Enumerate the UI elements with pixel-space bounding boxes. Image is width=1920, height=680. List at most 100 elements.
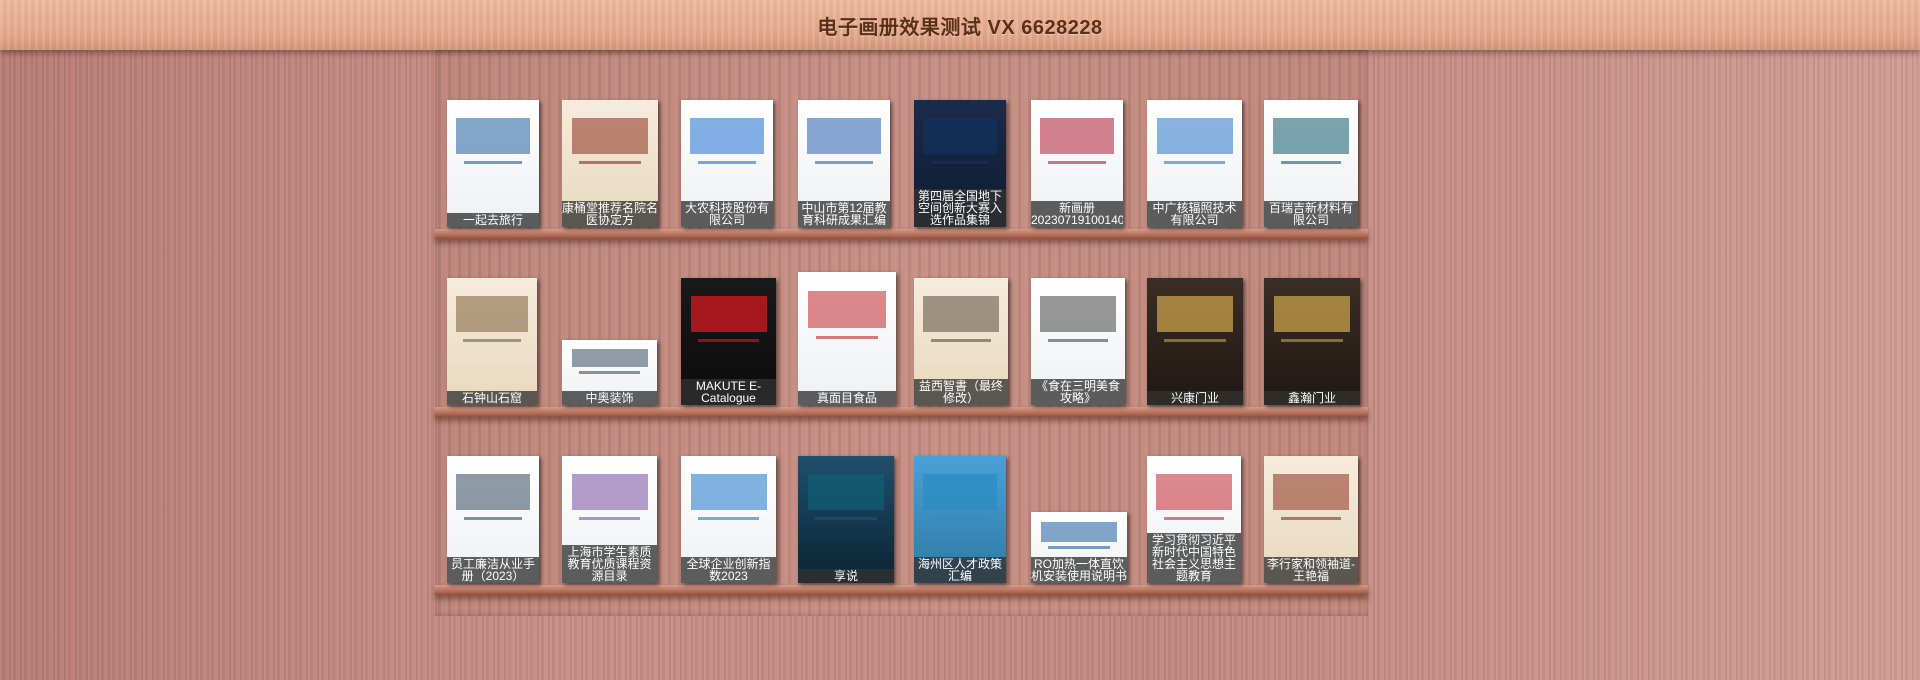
shelf-board-2	[435, 407, 1368, 417]
book-item[interactable]: 上海市学生素质教育优质课程资源目录	[562, 456, 657, 583]
cover-accent	[1040, 521, 1118, 542]
book-item[interactable]: 百瑞吉新材料有限公司	[1264, 100, 1358, 227]
cover-accent	[1280, 161, 1342, 164]
book-title: 学习贯彻习近平新时代中国特色社会主义思想主题教育	[1147, 533, 1241, 583]
cover-accent	[1281, 339, 1343, 342]
cover-accent	[1164, 339, 1226, 342]
cover-accent	[1164, 161, 1225, 164]
shelf-board-1	[435, 229, 1368, 239]
shelf-board-3	[435, 585, 1368, 595]
book-item[interactable]: 石钟山石窟	[447, 278, 537, 405]
book-item[interactable]: 新画册20230719100140	[1031, 100, 1123, 227]
book-item[interactable]: 享说	[798, 456, 894, 583]
cover-accent	[923, 295, 999, 332]
cover-accent	[579, 517, 640, 520]
book-title: 中山市第12届教育科研成果汇编	[798, 201, 890, 227]
cover-accent	[1273, 117, 1349, 154]
book-item[interactable]: 真面目食品	[798, 272, 896, 405]
book-item[interactable]: 鑫瀚门业	[1264, 278, 1360, 405]
header-bar: 电子画册效果测试 VX 6628228	[0, 0, 1920, 50]
cover-accent	[807, 117, 881, 154]
cover-accent	[1163, 517, 1225, 520]
book-title: 中奥装饰	[562, 391, 657, 405]
food-cover	[798, 272, 896, 405]
book-item[interactable]: 大农科技股份有限公司	[681, 100, 773, 227]
book-item[interactable]: 一起去旅行	[447, 100, 539, 227]
book-item[interactable]: 《食在三明美食攻略》	[1031, 278, 1125, 405]
cover-accent	[579, 371, 640, 374]
door-cover	[1147, 278, 1243, 405]
book-title: 全球企业创新指数2023	[681, 557, 776, 583]
book-item[interactable]: 员工廉洁从业手册（2023）	[447, 456, 539, 583]
cover-accent	[930, 339, 992, 342]
book-title: 石钟山石窟	[447, 391, 537, 405]
cover-accent	[930, 161, 990, 164]
book-item[interactable]: 康桶堂推荐名院名医协定方	[562, 100, 658, 227]
cover-accent	[1156, 295, 1234, 332]
cover-accent	[1040, 295, 1116, 332]
cover-accent	[923, 117, 997, 154]
book-item[interactable]: 学习贯彻习近平新时代中国特色社会主义思想主题教育	[1147, 456, 1241, 583]
book-title: 李行家和领袖道-王艳福	[1264, 557, 1358, 583]
door-cover	[1264, 278, 1360, 405]
cover-accent	[456, 117, 530, 154]
book-title: 海州区人才政策汇编	[914, 557, 1006, 583]
book-item[interactable]: 中奥装饰	[562, 340, 657, 405]
book-title: 员工廉洁从业手册（2023）	[447, 557, 539, 583]
cover-accent	[1280, 517, 1342, 520]
cover-accent	[1273, 295, 1351, 332]
cover-accent	[463, 161, 523, 164]
cover-accent	[923, 473, 997, 510]
cover-accent	[579, 161, 641, 164]
cover-accent	[456, 295, 528, 332]
book-title: RO加热一体直饮机安装使用说明书	[1031, 557, 1127, 583]
book-title: 大农科技股份有限公司	[681, 201, 773, 227]
cover-accent	[690, 295, 767, 332]
book-title: 中广核辐照技术有限公司	[1147, 201, 1242, 227]
book-item[interactable]: 中山市第12届教育科研成果汇编	[798, 100, 890, 227]
book-item[interactable]: 第四届全国地下空间创新大赛入选作品集锦	[914, 100, 1006, 227]
cover-accent	[456, 473, 530, 510]
book-title: 真面目食品	[798, 391, 896, 405]
book-title: MAKUTE E-Catalogue	[681, 379, 776, 405]
cover-accent	[807, 473, 885, 510]
book-item[interactable]: 全球企业创新指数2023	[681, 456, 776, 583]
book-title: 康桶堂推荐名院名医协定方	[562, 201, 658, 227]
book-item[interactable]: MAKUTE E-Catalogue	[681, 278, 776, 405]
book-item[interactable]: 海州区人才政策汇编	[914, 456, 1006, 583]
cover-accent	[690, 473, 767, 510]
book-title: 《食在三明美食攻略》	[1031, 379, 1125, 405]
cover-accent	[697, 161, 757, 164]
cover-accent	[1048, 546, 1110, 549]
book-title: 一起去旅行	[447, 213, 539, 227]
book-title: 鑫瀚门业	[1264, 391, 1360, 405]
cover-accent	[698, 517, 759, 520]
book-item[interactable]: 兴康门业	[1147, 278, 1243, 405]
book-item[interactable]: 李行家和领袖道-王艳福	[1264, 456, 1358, 583]
cover-accent	[571, 473, 648, 510]
handshake-cover	[798, 456, 894, 583]
cover-accent	[1047, 161, 1107, 164]
book-title: 第四届全国地下空间创新大赛入选作品集锦	[914, 189, 1006, 227]
book-title: 享说	[798, 569, 894, 583]
page-title: 电子画册效果测试 VX 6628228	[817, 16, 1103, 39]
cover-accent	[463, 339, 521, 342]
book-title: 益西智書（最终修改）	[914, 379, 1008, 405]
cover-accent	[1156, 117, 1233, 154]
cover-accent	[463, 517, 523, 520]
cover-accent	[698, 339, 759, 342]
cover-accent	[1047, 339, 1109, 342]
book-title: 百瑞吉新材料有限公司	[1264, 201, 1358, 227]
book-item[interactable]: 益西智書（最终修改）	[914, 278, 1008, 405]
cover-accent	[571, 117, 649, 154]
cover-accent	[690, 117, 764, 154]
cover-accent	[815, 517, 877, 520]
book-item[interactable]: RO加热一体直饮机安装使用说明书	[1031, 512, 1127, 583]
book-item[interactable]: 中广核辐照技术有限公司	[1147, 100, 1242, 227]
cover-accent	[1156, 473, 1232, 510]
cover-accent	[815, 336, 879, 339]
book-title: 兴康门业	[1147, 391, 1243, 405]
travel-cover	[447, 100, 539, 227]
cover-accent	[930, 517, 990, 520]
cover-accent	[1273, 473, 1349, 510]
